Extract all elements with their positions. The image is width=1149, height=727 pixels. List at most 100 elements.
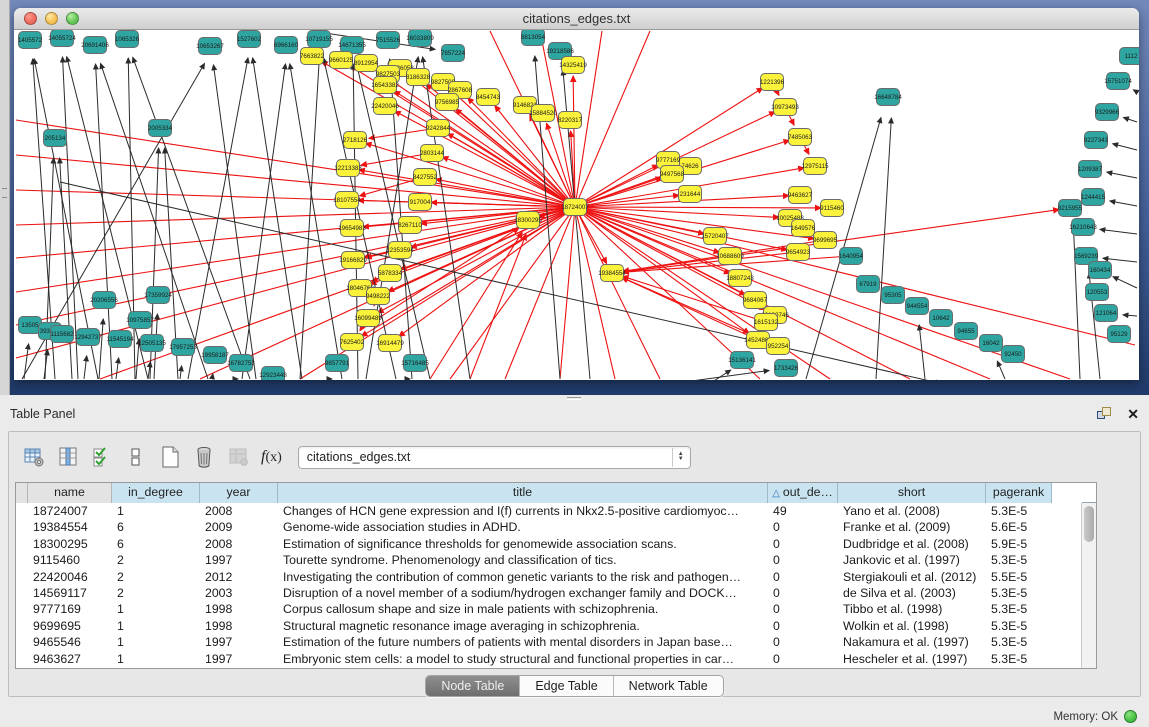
cell-pagerank[interactable]: 5.3E-5 [986,585,1052,601]
graph-node[interactable]: 12505135 [138,335,166,352]
graph-node[interactable]: 9329966 [1095,104,1120,121]
network-window-titlebar[interactable]: citations_edges.txt [14,8,1139,30]
graph-node[interactable]: 16914479 [376,335,404,352]
cell-short[interactable]: Tibbo et al. (1998) [838,601,986,617]
graph-node[interactable]: 9654923 [786,244,811,261]
graph-node[interactable]: 9498222 [366,288,391,305]
graph-node[interactable]: 2803144 [420,145,445,162]
graph-edge-black[interactable] [242,64,285,379]
graph-node[interactable]: 1405572 [18,32,43,49]
cell-out_de[interactable]: 0 [768,552,838,568]
cell-name[interactable]: 22420046 [28,569,112,585]
cell-year[interactable]: 2008 [200,503,278,519]
graph-node[interactable]: 14055724 [48,30,76,47]
graph-node[interactable]: 8186328 [406,69,431,86]
graph-node[interactable]: 2005334 [148,120,173,137]
graph-node[interactable]: 6966160 [274,37,299,54]
show-column-icon[interactable] [53,442,83,472]
graph-node[interactable]: 8267110 [398,217,422,234]
graph-node[interactable]: 12975115 [801,158,829,175]
graph-node[interactable]: 10975857 [126,312,154,329]
divider-grip-icon[interactable] [2,188,7,198]
cell-out_de[interactable]: 0 [768,585,838,601]
graph-edge-black[interactable] [1107,172,1137,178]
graph-node[interactable]: 14671355 [338,37,366,54]
graph-node[interactable]: 1244415 [1081,189,1106,206]
graph-node[interactable]: 1615132 [754,314,779,331]
graph-edge-red[interactable] [560,207,575,379]
graph-node[interactable]: 7625402 [340,334,365,351]
cell-in_degree[interactable]: 1 [112,634,200,650]
cell-title[interactable]: Corpus callosum shape and size in male p… [278,601,768,617]
graph-edge-black[interactable] [997,361,1005,379]
graph-node[interactable]: 18807243 [726,270,754,287]
cell-short[interactable]: Dudbridge et al. (2008) [838,536,986,552]
cell-name[interactable]: 9115460 [28,552,112,568]
table-row[interactable]: 977716911998Corpus callosum shape and si… [16,601,1096,617]
cell-title[interactable]: Genome-wide association studies in ADHD. [278,519,768,535]
graph-edge-black[interactable] [1100,229,1137,234]
graph-node[interactable]: 19654983 [338,220,366,237]
graph-node[interactable]: 9660125 [329,52,354,69]
graph-node[interactable]: 11545194 [106,331,134,348]
cell-name[interactable]: 9463627 [28,651,112,667]
column-header-year[interactable]: year [200,483,278,503]
graph-node[interactable]: 1115682 [50,326,74,343]
table-row[interactable]: 1872400712008Changes of HCN gene express… [16,503,1096,519]
cell-short[interactable]: Jankovic et al. (1997) [838,552,986,568]
graph-edge-black[interactable] [212,374,213,379]
graph-node[interactable]: 7663822 [300,48,325,65]
graph-node[interactable]: 16782753 [227,355,255,372]
column-header-pagerank[interactable]: pagerank [986,483,1052,503]
cell-year[interactable]: 2003 [200,585,278,601]
graph-node[interactable]: 17359924 [144,287,172,304]
graph-edge-black[interactable] [24,344,29,379]
graph-edge-black[interactable] [253,58,302,379]
graph-node[interactable]: 12923448 [259,367,287,381]
memory-status-icon[interactable] [1124,710,1137,723]
graph-node[interactable]: 1640954 [839,248,864,265]
delete-table-icon[interactable] [189,442,219,472]
graph-node[interactable]: 22420046 [371,98,399,115]
graph-node[interactable]: 1065326 [115,31,140,48]
cell-title[interactable]: Tourette syndrome. Phenomenology and cla… [278,552,768,568]
graph-node[interactable]: 231644 [679,186,702,203]
graph-node[interactable]: 15751074 [1104,73,1132,90]
graph-node[interactable]: 8215955 [1058,200,1083,217]
table-selector-dropdown[interactable]: citations_edges.txt ▲▼ [298,446,691,469]
graph-node[interactable]: 1209387 [1078,161,1103,178]
graph-node[interactable]: 15136141 [728,352,756,369]
graph-node[interactable]: 19384554 [598,265,626,282]
graph-edge-red[interactable] [575,88,763,207]
graph-node[interactable]: 952254 [767,338,790,355]
cell-out_de[interactable]: 0 [768,618,838,634]
cell-year[interactable]: 1997 [200,651,278,667]
graph-edge-red[interactable] [575,207,615,379]
cell-out_de[interactable]: 0 [768,634,838,650]
graph-node[interactable]: 9756985 [435,94,460,111]
graph-node[interactable]: 205134 [44,130,67,147]
tab-node-table[interactable]: Node Table [426,676,520,696]
table-row[interactable]: 911546021997Tourette syndrome. Phenomeno… [16,552,1096,568]
close-panel-icon[interactable]: ✕ [1127,407,1139,421]
float-panel-icon[interactable] [1097,407,1113,421]
graph-node[interactable]: 9699695 [813,232,838,249]
graph-edge-black[interactable] [84,356,87,379]
scrollbar-thumb[interactable] [1084,506,1094,542]
tab-network-table[interactable]: Network Table [614,676,723,696]
graph-node[interactable]: 917004 [409,194,432,211]
graph-node[interactable]: 9227343 [1084,132,1109,149]
cell-in_degree[interactable]: 2 [112,569,200,585]
cell-name[interactable]: 14569117 [28,585,112,601]
new-document-icon[interactable] [155,442,185,472]
cell-in_degree[interactable]: 1 [112,503,200,519]
graph-node[interactable]: 8813054 [521,30,546,46]
select-all-checks-icon[interactable] [87,442,117,472]
cell-title[interactable]: Estimation of the future numbers of pati… [278,634,768,650]
cell-short[interactable]: de Silva et al. (2003) [838,585,986,601]
cell-name[interactable]: 18300295 [28,536,112,552]
graph-node[interactable]: 92450 [1002,346,1025,363]
graph-node[interactable]: 2718126 [343,132,368,149]
graph-edge-red[interactable] [16,207,575,258]
graph-node[interactable]: 121064 [1095,305,1118,322]
